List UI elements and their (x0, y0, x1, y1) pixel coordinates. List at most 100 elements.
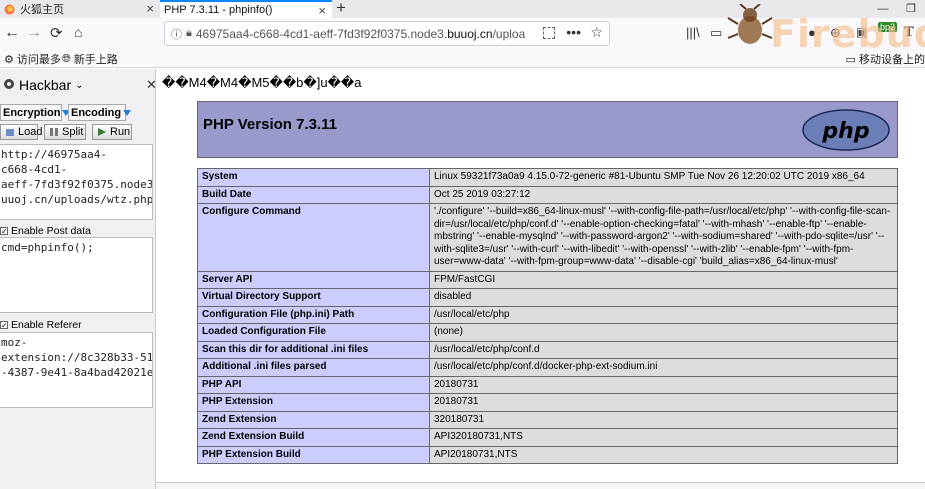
row-value: Oct 25 2019 03:27:12 (429, 185, 898, 204)
row-key: Virtual Directory Support (197, 288, 430, 307)
row-value: disabled (429, 288, 898, 307)
table-row: PHP Extension Build API20180731,NTS (197, 445, 898, 464)
row-key: Loaded Configuration File (197, 323, 430, 342)
info-icon[interactable]: ⓘ (171, 26, 182, 42)
tab-phpinfo[interactable]: PHP 7.3.11 - phpinfo() × (160, 0, 332, 18)
php-logo-icon: php (802, 109, 890, 151)
encoding-dropdown[interactable]: Encoding (68, 104, 132, 121)
sidebar-icon[interactable]: ▭ (710, 25, 722, 41)
button-label: Load (18, 126, 43, 138)
table-row: Configuration File (php.ini) Path/usr/lo… (197, 305, 898, 324)
row-key: Configuration File (php.ini) Path (197, 305, 430, 324)
row-key: PHP Extension (197, 393, 430, 412)
row-value: /usr/local/etc/php (429, 305, 898, 324)
row-value: FPM/FastCGI (429, 270, 898, 289)
row-key: System (197, 168, 430, 187)
row-value: API20180731,NTS (429, 445, 898, 464)
svg-text:php: php (821, 119, 869, 144)
bookmark-label: 访问最多 (16, 54, 61, 66)
home-icon[interactable]: ⌂ (74, 24, 82, 40)
globe-icon: 🌐︎ (62, 52, 71, 65)
run-button[interactable]: Run (92, 124, 132, 140)
hackbar-header[interactable]: Hackbar ⌄ (3, 77, 84, 93)
url-text[interactable]: 46975aa4-c668-4cd1-aeff-7fd3f92f0375.nod… (196, 27, 526, 41)
enable-post-checkbox[interactable]: ✓ Enable Post data (0, 225, 91, 237)
load-icon (5, 127, 15, 137)
phpinfo-page: PHP Version 7.3.11 php System Linux 59321… (197, 101, 898, 464)
button-label: Run (110, 126, 131, 138)
bookmark-label: 新手上路 (73, 54, 118, 66)
row-key: Configure Command (197, 203, 430, 272)
firefox-icon (4, 4, 15, 15)
row-key: PHP Extension Build (197, 445, 430, 464)
bookmark-star-icon[interactable]: ☆ (590, 24, 603, 41)
table-row: Zend Extension Build API320180731,NTS (197, 428, 898, 447)
row-value: API320180731,NTS (429, 428, 898, 447)
row-value: 20180731 (429, 393, 898, 412)
row-key: PHP API (197, 375, 430, 394)
insecure-lock-icon[interactable]: 🔒︎ (186, 27, 192, 40)
url-bar[interactable]: ⓘ 🔒︎ 46975aa4-c668-4cd1-aeff-7fd3f92f037… (164, 21, 610, 46)
checkbox-label: Enable Post data (11, 225, 91, 237)
table-row: Configure Command './configure' '--build=… (197, 203, 898, 272)
row-value: /usr/local/etc/php/conf.d (429, 340, 898, 359)
table-row: Virtual Directory Support disabled (197, 288, 898, 307)
mobile-bookmarks[interactable]: ▭ 移动设备上的 (846, 51, 925, 67)
qr-code-icon[interactable] (543, 27, 555, 39)
row-key: Zend Extension (197, 410, 430, 429)
forward-arrow-icon[interactable]: → (26, 24, 42, 42)
php-version-header: PHP Version 7.3.11 php (197, 101, 898, 158)
close-sidebar-icon[interactable]: ✕ (146, 77, 157, 93)
table-row: Server API FPM/FastCGI (197, 270, 898, 289)
button-label: Split (62, 126, 84, 138)
folder-icon: ▭ (845, 54, 856, 66)
php-version-title: PHP Version 7.3.11 (203, 116, 337, 133)
enable-referer-checkbox[interactable]: ✓ Enable Referer (0, 319, 82, 331)
firebug-bug-icon (727, 4, 773, 44)
new-tab-button[interactable]: + (336, 0, 346, 18)
tab-label: 火狐主页 (20, 4, 64, 16)
encryption-dropdown[interactable]: Encryption (0, 104, 71, 121)
back-arrow-icon[interactable]: ← (4, 24, 20, 42)
row-key: Zend Extension Build (197, 428, 430, 447)
php-info-table: System Linux 59321f73a0a9 4.15.0-72-gener… (197, 168, 898, 464)
bookmark-getting-started[interactable]: 🌐︎ 新手上路 (62, 51, 118, 67)
tab-firefox-home[interactable]: 火狐主页 × (0, 0, 160, 18)
row-key: Build Date (197, 185, 430, 204)
split-button[interactable]: Split (44, 124, 86, 140)
dropdown-label: Encoding (71, 106, 122, 119)
row-value: 20180731 (429, 375, 898, 394)
close-tab-icon[interactable]: × (318, 3, 326, 18)
load-button[interactable]: Load (0, 124, 42, 140)
bottom-strip (156, 482, 925, 489)
row-value: 320180731 (429, 410, 898, 429)
tab-label: PHP 7.3.11 - phpinfo() (164, 4, 273, 16)
url-textarea[interactable]: http://46975aa4- c668-4cd1- aeff-7fd3f92… (0, 144, 153, 220)
row-key: Additional .ini files parsed (197, 358, 430, 377)
table-row: System Linux 59321f73a0a9 4.15.0-72-gener… (197, 168, 898, 187)
table-row: Zend Extension 320180731 (197, 410, 898, 429)
table-row: PHP API 20180731 (197, 375, 898, 394)
row-value: (none) (429, 323, 898, 342)
close-tab-icon[interactable]: × (146, 1, 154, 16)
dropdown-arrow-icon (123, 109, 132, 116)
table-row: Scan this dir for additional .ini files /… (197, 340, 898, 359)
row-key: Server API (197, 270, 430, 289)
row-value: Linux 59321f73a0a9 4.15.0-72-generic #81… (429, 168, 898, 187)
hackbar-title: Hackbar (19, 77, 72, 93)
bookmark-most-visited[interactable]: ⚙ 访问最多 (4, 51, 61, 67)
row-value: /usr/local/etc/php/conf.d/docker-php-ext… (429, 358, 898, 377)
library-icon[interactable]: |||\ (686, 25, 700, 40)
bookmarks-bar: ⚙ 访问最多 🌐︎ 新手上路 ▭ 移动设备上的 (0, 48, 925, 68)
checkbox-checked-icon[interactable]: ✓ (0, 227, 8, 236)
bookmark-label: 移动设备上的 (859, 54, 925, 66)
referer-textarea[interactable]: moz- extension://8c328b33-5156 -4387-9e4… (0, 332, 153, 408)
table-row: Build Date Oct 25 2019 03:27:12 (197, 185, 898, 204)
checkbox-checked-icon[interactable]: ✓ (0, 321, 8, 330)
split-icon (49, 127, 59, 137)
reload-icon[interactable]: ⟳ (50, 24, 63, 42)
post-data-textarea[interactable]: cmd=phpinfo(); (0, 237, 153, 313)
chevron-down-icon: ⌄ (75, 79, 84, 91)
page-actions-icon[interactable]: ••• (566, 24, 581, 40)
row-value: './configure' '--build=x86_64-linux-musl… (429, 203, 898, 272)
